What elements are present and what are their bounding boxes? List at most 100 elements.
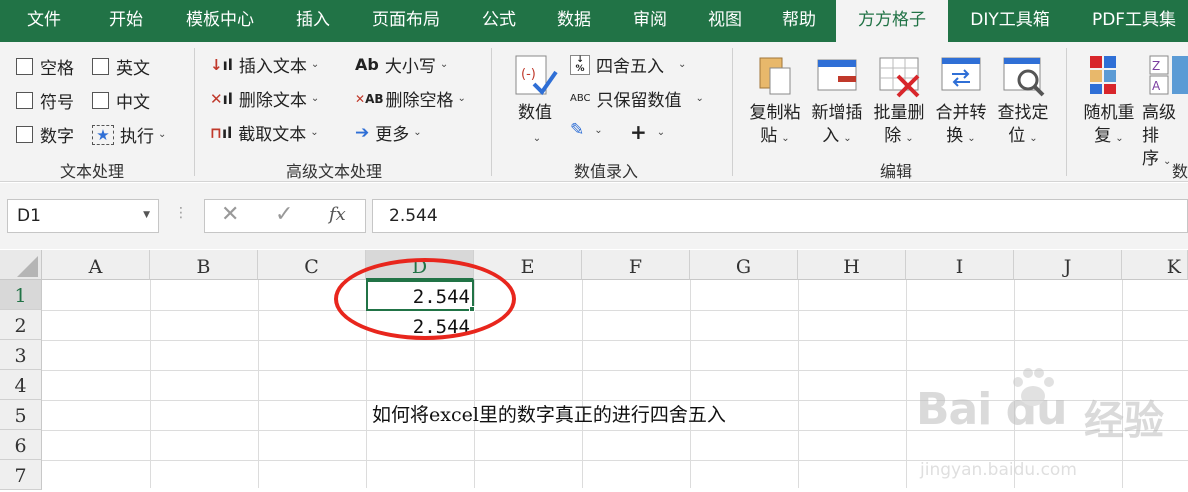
chevron-down-icon: ⌄	[158, 129, 167, 140]
tab-diy-toolbox[interactable]: DIY工具箱	[948, 0, 1072, 42]
select-all-corner[interactable]	[0, 250, 42, 280]
insert-text-button[interactable]: ↓ıl 插入文本 ⌄	[210, 52, 320, 78]
check-symbol[interactable]: 符号	[16, 88, 74, 113]
chevron-down-icon: ⌄	[678, 59, 687, 70]
edit-icon: ✎	[570, 120, 585, 140]
tab-review[interactable]: 审阅	[612, 0, 688, 42]
cancel-icon[interactable]: ✕	[221, 202, 239, 227]
keep-value-button[interactable]: ABC 只保留数值 ⌄	[570, 86, 704, 111]
delete-text-button[interactable]: ✕ıl 删除文本 ⌄	[210, 86, 320, 112]
chevron-down-icon: ⌄	[310, 93, 320, 104]
row-header-7[interactable]: 7	[0, 460, 42, 490]
checkbox-icon[interactable]	[16, 92, 33, 109]
random-repeat-icon[interactable]	[1086, 52, 1132, 98]
value-button[interactable]: 数值 ⌄	[510, 102, 560, 150]
column-header-k[interactable]: K	[1122, 250, 1188, 280]
tab-formulas[interactable]: 公式	[462, 0, 536, 42]
star-icon: ★	[92, 124, 114, 145]
check-english[interactable]: 英文	[92, 54, 150, 79]
check-chinese[interactable]: 中文	[92, 88, 150, 113]
paw-icon	[1008, 364, 1058, 414]
check-space[interactable]: 空格	[16, 54, 74, 79]
exec-label: 执行	[120, 127, 154, 147]
random-repeat-button[interactable]: 随机重复 ⌄	[1080, 102, 1138, 150]
edit-entry-button[interactable]: ✎ ⌄	[570, 120, 603, 140]
column-header-g[interactable]: G	[690, 250, 798, 280]
row-header-1[interactable]: 1	[0, 280, 42, 310]
svg-text:A: A	[1152, 79, 1161, 93]
column-header-j[interactable]: J	[1014, 250, 1122, 280]
tab-help[interactable]: 帮助	[762, 0, 836, 42]
batch-delete-icon[interactable]	[876, 52, 922, 98]
column-header-h[interactable]: H	[798, 250, 906, 280]
chevron-down-icon: ⌄	[310, 59, 320, 70]
advanced-sort-label-2: 序	[1142, 149, 1159, 169]
tab-file[interactable]: 文件	[0, 0, 88, 42]
delete-space-button[interactable]: ✕AB 删除空格 ⌄	[355, 86, 466, 111]
add-insert-icon[interactable]	[814, 52, 860, 98]
group-divider	[732, 48, 733, 176]
column-header-i[interactable]: I	[906, 250, 1014, 280]
name-box-value: D1	[17, 206, 41, 226]
find-locate-icon[interactable]	[1000, 52, 1046, 98]
add-entry-button[interactable]: + ⌄	[630, 120, 665, 144]
row-header-2[interactable]: 2	[0, 310, 42, 340]
tab-insert[interactable]: 插入	[276, 0, 350, 42]
grid-line	[582, 280, 583, 488]
case-button[interactable]: Ab 大小写 ⌄	[355, 52, 448, 77]
name-box[interactable]: D1 ▼	[7, 199, 159, 233]
drag-handle-icon[interactable]: ⋮	[174, 205, 188, 221]
row-header-4[interactable]: 4	[0, 370, 42, 400]
row-header-3[interactable]: 3	[0, 340, 42, 370]
insert-text-icon: ↓ıl	[210, 55, 233, 74]
batch-delete-button[interactable]: 批量删除 ⌄	[870, 102, 928, 150]
column-header-f[interactable]: F	[582, 250, 690, 280]
insert-function-icon[interactable]: fx	[329, 204, 346, 225]
round-button[interactable]: ↓% 四舍五入 ⌄	[570, 52, 686, 77]
merge-convert-button[interactable]: 合并转换 ⌄	[932, 102, 990, 150]
chevron-down-icon: ⌄	[457, 93, 466, 104]
find-locate-label: 查找定	[997, 103, 1049, 123]
exec-button[interactable]: ★ 执行 ⌄	[92, 122, 166, 147]
tab-pdf-tools[interactable]: PDF工具集	[1072, 0, 1188, 42]
chevron-down-icon: ⌄	[1029, 133, 1038, 144]
value-icon[interactable]: (-)	[512, 52, 558, 98]
arrow-right-icon: ➔	[355, 122, 370, 143]
column-header-b[interactable]: B	[150, 250, 258, 280]
row-header-6[interactable]: 6	[0, 430, 42, 460]
checkbox-icon[interactable]	[92, 92, 109, 109]
formula-input[interactable]: 2.544	[372, 199, 1188, 233]
find-locate-button[interactable]: 查找定位 ⌄	[994, 102, 1052, 150]
batch-delete-label-2: 除	[884, 126, 902, 146]
copy-paste-button[interactable]: 复制粘贴 ⌄	[746, 102, 804, 150]
merge-convert-icon[interactable]	[938, 52, 984, 98]
tab-view[interactable]: 视图	[688, 0, 762, 42]
confirm-icon[interactable]: ✓	[275, 202, 293, 227]
check-label: 中文	[116, 93, 150, 113]
checkbox-icon[interactable]	[16, 58, 33, 75]
add-insert-button[interactable]: 新增插入 ⌄	[808, 102, 866, 150]
advanced-sort-icon[interactable]: ZA	[1146, 52, 1188, 98]
row-header-5[interactable]: 5	[0, 400, 42, 430]
group-label-edit: 编辑	[880, 162, 913, 181]
tab-template-center[interactable]: 模板中心	[164, 0, 276, 42]
tab-page-layout[interactable]: 页面布局	[350, 0, 462, 42]
tab-fangfang[interactable]: 方方格子	[836, 0, 948, 42]
dropdown-arrow-icon[interactable]: ▼	[143, 210, 150, 220]
group-divider	[1066, 48, 1067, 176]
random-repeat-label: 随机重	[1083, 103, 1135, 123]
case-icon: Ab	[355, 55, 379, 74]
tab-data[interactable]: 数据	[536, 0, 612, 42]
merge-convert-label: 合并转	[935, 103, 987, 123]
checkbox-icon[interactable]	[92, 58, 109, 75]
tab-home[interactable]: 开始	[88, 0, 164, 42]
extract-text-button[interactable]: ⊓ıl 截取文本 ⌄	[210, 120, 319, 146]
checkbox-icon[interactable]	[16, 126, 33, 143]
column-header-a[interactable]: A	[42, 250, 150, 280]
grid-line	[906, 280, 907, 488]
plus-icon: +	[630, 120, 647, 144]
more-button[interactable]: ➔ 更多 ⌄	[355, 120, 422, 146]
copy-paste-icon[interactable]	[752, 52, 798, 98]
check-number[interactable]: 数字	[16, 122, 74, 147]
cell-d5[interactable]: 如何将excel里的数字真正的进行四舍五入	[372, 400, 726, 427]
